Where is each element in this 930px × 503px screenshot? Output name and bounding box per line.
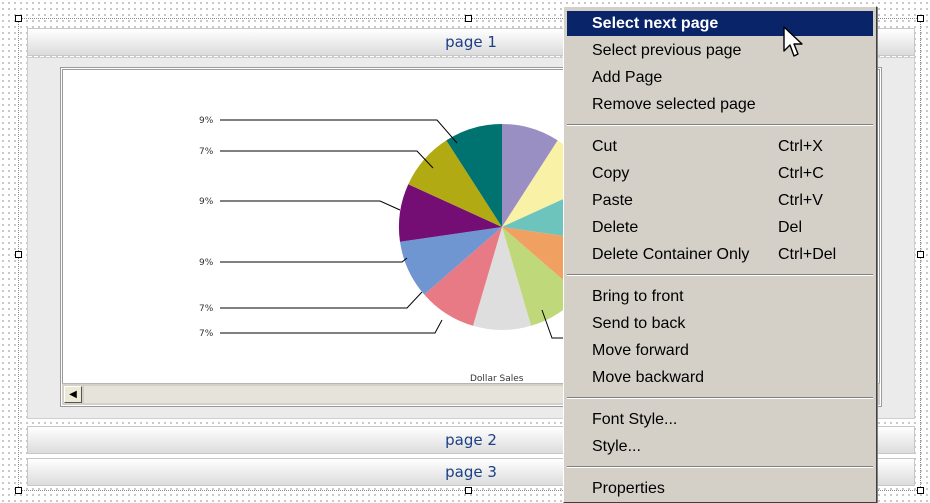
resize-handle-bottom-left[interactable] bbox=[15, 487, 22, 494]
menu-item-add-page[interactable]: Add Page bbox=[567, 65, 873, 90]
menu-item-select-previous-page[interactable]: Select previous page bbox=[567, 38, 873, 63]
menu-separator bbox=[567, 397, 873, 399]
chart-caption: Dollar Sales bbox=[470, 374, 524, 382]
menu-item-cut[interactable]: Cut Ctrl+X bbox=[567, 134, 873, 159]
slice-label: 9% bbox=[199, 197, 214, 207]
menu-item-move-forward[interactable]: Move forward bbox=[567, 338, 873, 363]
leader-line bbox=[220, 119, 458, 144]
context-menu: Select next page Select previous page Ad… bbox=[563, 6, 877, 503]
page-tab-label: page 3 bbox=[445, 463, 497, 481]
menu-item-label: Select next page bbox=[592, 15, 719, 32]
menu-item-delete[interactable]: Delete Del bbox=[567, 215, 873, 240]
menu-item-delete-container-only[interactable]: Delete Container Only Ctrl+Del bbox=[567, 242, 873, 267]
menu-separator bbox=[567, 124, 873, 126]
menu-item-label: Font Style... bbox=[592, 411, 678, 428]
menu-item-shortcut: Ctrl+V bbox=[778, 192, 823, 209]
menu-item-label: Paste bbox=[592, 192, 633, 209]
resize-handle-middle-right[interactable] bbox=[917, 251, 924, 258]
menu-item-shortcut: Ctrl+X bbox=[778, 138, 823, 155]
menu-item-label: Bring to front bbox=[592, 288, 684, 305]
mouse-pointer-icon bbox=[783, 26, 803, 57]
menu-item-shortcut: Ctrl+Del bbox=[778, 246, 837, 263]
menu-item-label: Properties bbox=[592, 480, 665, 497]
menu-item-label: Delete bbox=[592, 219, 639, 236]
menu-item-send-to-back[interactable]: Send to back bbox=[567, 311, 873, 336]
slice-label: 9% bbox=[199, 258, 214, 268]
menu-item-shortcut: Ctrl+C bbox=[778, 165, 824, 182]
menu-item-move-backward[interactable]: Move backward bbox=[567, 365, 873, 390]
leader-line bbox=[220, 200, 401, 211]
menu-item-label: Select previous page bbox=[592, 42, 742, 59]
menu-item-copy[interactable]: Copy Ctrl+C bbox=[567, 161, 873, 186]
leader-line bbox=[220, 150, 434, 169]
scroll-left-arrow-icon[interactable]: ◀ bbox=[64, 386, 82, 403]
resize-handle-bottom-center[interactable] bbox=[465, 487, 472, 494]
resize-handle-middle-left[interactable] bbox=[15, 251, 22, 258]
menu-item-label: Move forward bbox=[592, 342, 689, 359]
leader-line bbox=[220, 257, 408, 263]
leader-line bbox=[220, 319, 443, 334]
menu-item-select-next-page[interactable]: Select next page bbox=[567, 11, 873, 36]
menu-item-label: Add Page bbox=[592, 69, 663, 86]
resize-handle-top-center[interactable] bbox=[465, 15, 472, 22]
menu-separator bbox=[567, 274, 873, 276]
menu-item-remove-selected-page[interactable]: Remove selected page bbox=[567, 92, 873, 117]
page-tab-label: page 1 bbox=[445, 33, 497, 51]
slice-label: 7% bbox=[199, 147, 214, 157]
slice-label: 7% bbox=[199, 304, 214, 314]
menu-item-properties[interactable]: Properties bbox=[567, 476, 873, 501]
menu-item-label: Remove selected page bbox=[592, 96, 756, 113]
page-tab-label: page 2 bbox=[445, 431, 497, 449]
slice-label: 9% bbox=[199, 116, 214, 126]
menu-item-label: Copy bbox=[592, 165, 630, 182]
menu-item-label: Delete Container Only bbox=[592, 246, 750, 263]
menu-separator bbox=[567, 466, 873, 468]
menu-item-label: Cut bbox=[592, 138, 617, 155]
resize-handle-top-left[interactable] bbox=[15, 15, 22, 22]
menu-item-style[interactable]: Style... bbox=[567, 434, 873, 459]
menu-item-label: Send to back bbox=[592, 315, 686, 332]
resize-handle-top-right[interactable] bbox=[917, 15, 924, 22]
slice-labels: 9% 7% 9% 9% 7% 7% bbox=[199, 116, 214, 339]
menu-item-label: Style... bbox=[592, 438, 641, 455]
menu-item-label: Move backward bbox=[592, 369, 705, 386]
menu-item-font-style[interactable]: Font Style... bbox=[567, 407, 873, 432]
menu-item-shortcut: Del bbox=[778, 219, 803, 236]
resize-handle-bottom-right[interactable] bbox=[917, 487, 924, 494]
leader-line bbox=[220, 291, 423, 309]
menu-item-paste[interactable]: Paste Ctrl+V bbox=[567, 188, 873, 213]
menu-item-bring-to-front[interactable]: Bring to front bbox=[567, 284, 873, 309]
slice-label: 7% bbox=[199, 329, 214, 339]
